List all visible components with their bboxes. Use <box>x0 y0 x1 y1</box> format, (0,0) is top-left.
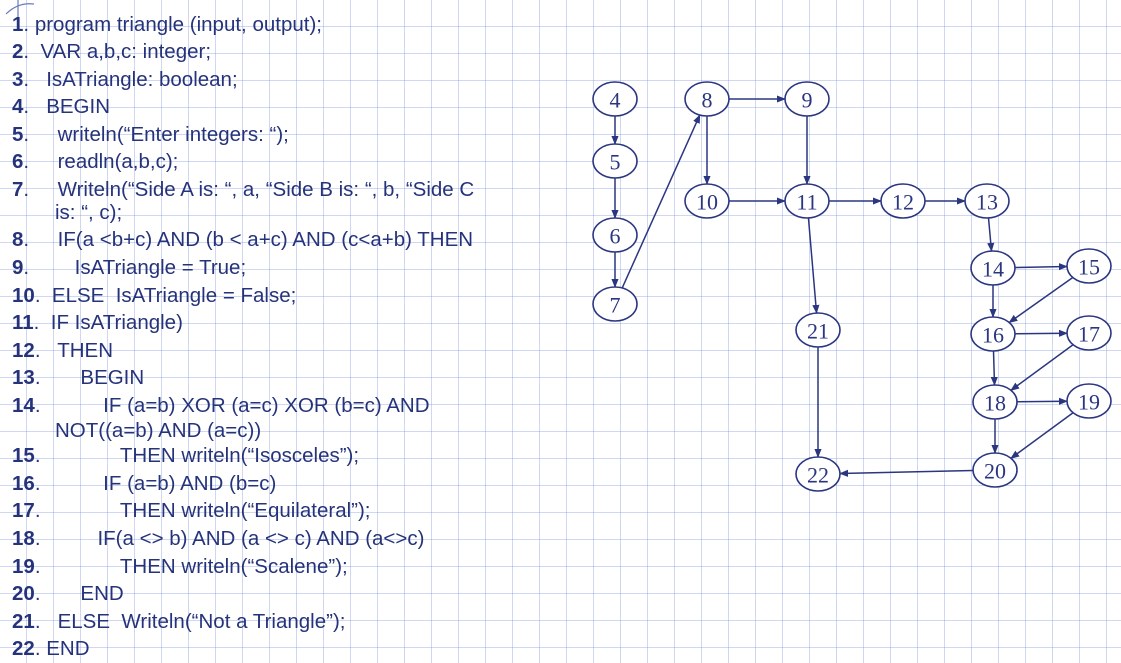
node-8: 8 <box>684 81 730 117</box>
edge-14-to-15 <box>1014 263 1068 271</box>
node-label: 17 <box>1078 322 1100 347</box>
edge-17-to-18 <box>1010 344 1074 391</box>
edge-19-to-20 <box>1010 412 1074 459</box>
node-label: 9 <box>802 88 813 113</box>
node-7: 7 <box>592 286 638 322</box>
node-label: 12 <box>892 190 914 215</box>
node-10: 10 <box>684 183 730 219</box>
edge-16-to-18 <box>990 350 998 386</box>
node-20: 20 <box>972 452 1018 488</box>
node-12: 12 <box>880 183 926 219</box>
node-label: 10 <box>696 190 718 215</box>
node-14: 14 <box>970 250 1016 286</box>
node-label: 20 <box>984 459 1006 484</box>
node-label: 8 <box>702 88 713 113</box>
node-22: 22 <box>795 456 841 492</box>
edge-18-to-19 <box>1016 397 1068 405</box>
node-17: 17 <box>1066 315 1112 351</box>
control-flow-graph: 4 5 6 7 8 9 10 11 12 13 14 15 16 17 18 19 20 21 22 <box>592 81 1112 492</box>
node-21: 21 <box>795 312 841 348</box>
node-label: 6 <box>610 224 621 249</box>
node-19: 19 <box>1066 383 1112 419</box>
edge-11-to-21 <box>807 217 820 314</box>
node-6: 6 <box>592 217 638 253</box>
node-9: 9 <box>784 81 830 117</box>
node-15: 15 <box>1066 248 1112 284</box>
node-label: 7 <box>610 293 621 318</box>
node-label: 4 <box>610 88 621 113</box>
node-label: 22 <box>807 463 829 488</box>
edge-16-to-17 <box>1014 329 1068 337</box>
edge-13-to-14 <box>987 217 995 252</box>
node-16: 16 <box>970 316 1016 352</box>
node-13: 13 <box>964 183 1010 219</box>
edge-20-to-22 <box>839 469 974 477</box>
node-label: 14 <box>982 257 1004 282</box>
node-label: 19 <box>1078 390 1100 415</box>
node-5: 5 <box>592 143 638 179</box>
node-label: 13 <box>976 190 998 215</box>
node-label: 5 <box>610 150 621 175</box>
node-label: 15 <box>1078 255 1100 280</box>
node-4: 4 <box>592 81 638 117</box>
node-18: 18 <box>972 384 1018 420</box>
edge-15-to-16 <box>1008 276 1074 324</box>
node-label: 11 <box>796 190 817 215</box>
node-label: 16 <box>982 323 1004 348</box>
node-11: 11 <box>784 183 830 219</box>
node-label: 21 <box>807 319 829 344</box>
node-label: 18 <box>984 391 1006 416</box>
